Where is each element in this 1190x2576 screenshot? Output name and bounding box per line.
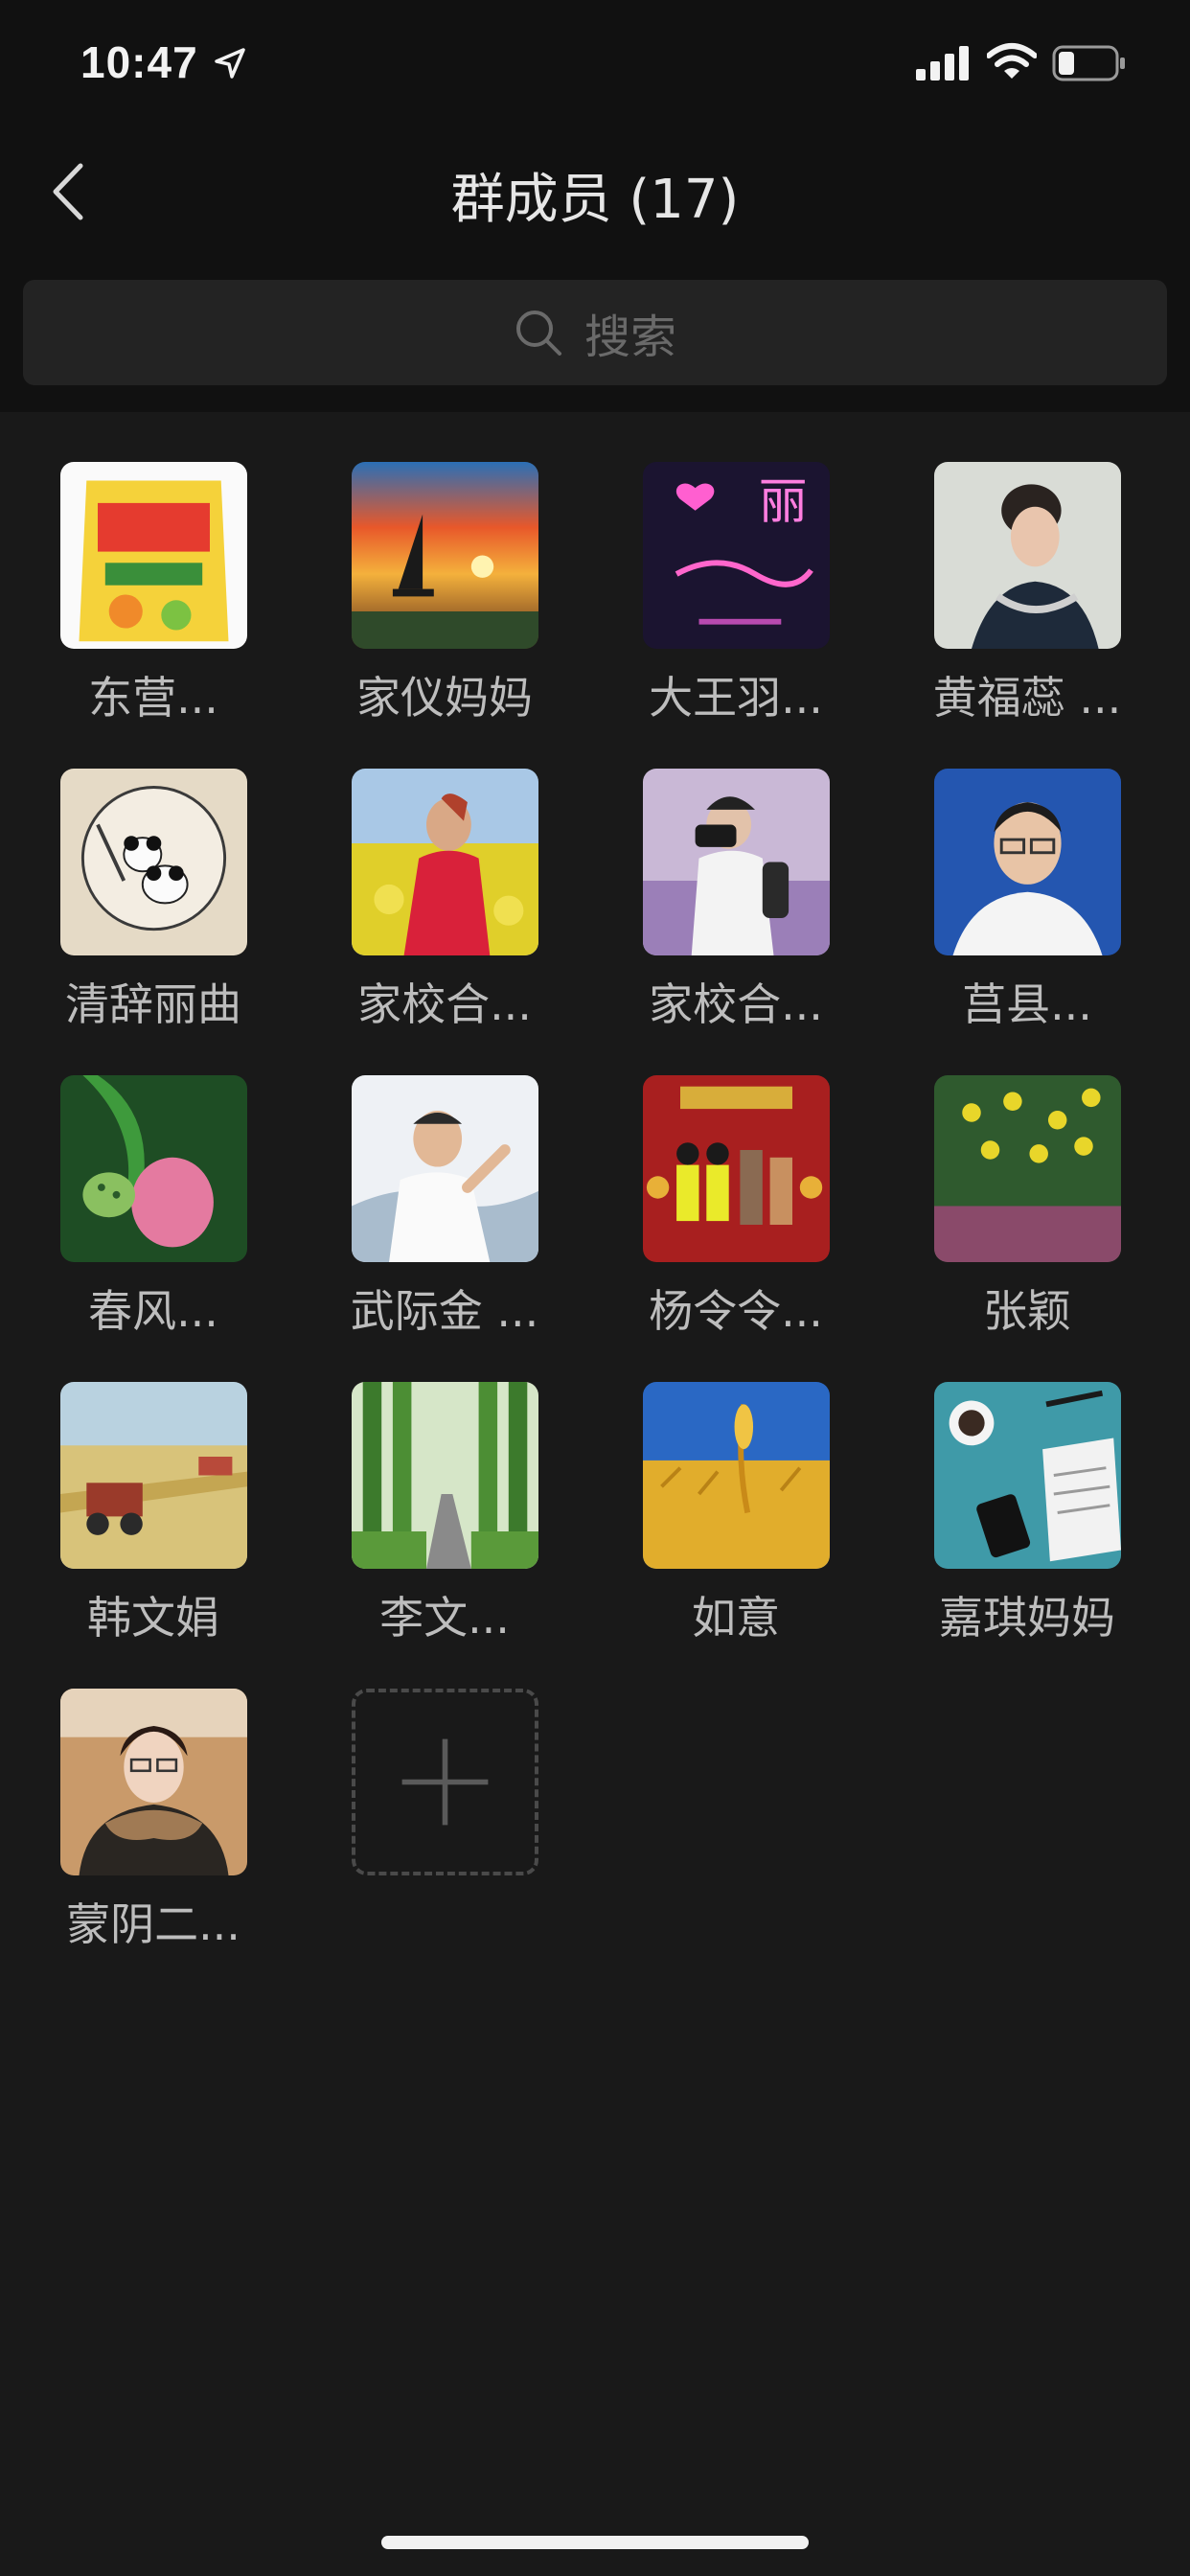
- avatar: [352, 769, 538, 955]
- member-name: 武际金 ...: [350, 1285, 539, 1337]
- search-icon: [515, 310, 561, 356]
- avatar: 丽: [643, 462, 830, 649]
- member-name: 家校合...: [649, 978, 823, 1030]
- avatar: [934, 1382, 1121, 1569]
- avatar: [60, 462, 247, 649]
- member-name: 莒县...: [962, 978, 1092, 1030]
- location-arrow-icon: [215, 48, 245, 79]
- member-tile[interactable]: 东营...: [0, 412, 291, 724]
- member-name: 如意: [692, 1592, 780, 1644]
- header-region: 10:47 群成员 (17) 搜索: [0, 0, 1190, 412]
- member-tile[interactable]: 如意: [583, 1332, 874, 1644]
- status-bar: 10:47: [0, 0, 1190, 129]
- member-name: 春风...: [88, 1285, 218, 1337]
- member-name: 大王羽...: [649, 672, 823, 724]
- avatar: [643, 1382, 830, 1569]
- page-title: 群成员 (17): [450, 169, 740, 231]
- member-tile[interactable]: 黄福蕊 ...: [874, 412, 1165, 724]
- navigation-bar: 群成员 (17): [0, 129, 1190, 273]
- wifi-icon: [987, 43, 1037, 79]
- avatar: [60, 1382, 247, 1569]
- avatar: [934, 769, 1121, 955]
- avatar: [60, 769, 247, 955]
- member-name: 张颖: [983, 1285, 1071, 1337]
- member-tile[interactable]: 李文...: [291, 1332, 583, 1644]
- search-placeholder: 搜索: [584, 310, 676, 364]
- member-tile[interactable]: 张颖: [874, 1025, 1165, 1337]
- avatar: [643, 1075, 830, 1262]
- member-tile[interactable]: 蒙阴二...: [0, 1639, 291, 1950]
- add-member-tile: [352, 1689, 538, 1875]
- avatar: [934, 462, 1121, 649]
- member-name: 蒙阴二...: [66, 1898, 240, 1950]
- member-tile[interactable]: 武际金 ...: [291, 1025, 583, 1337]
- avatar: [352, 1075, 538, 1262]
- member-tile[interactable]: 家校合...: [291, 719, 583, 1030]
- member-tile[interactable]: 家校合...: [583, 719, 874, 1030]
- member-tile[interactable]: 清辞丽曲: [0, 719, 291, 1030]
- status-time: 10:47: [80, 37, 198, 87]
- avatar: [934, 1075, 1121, 1262]
- battery-icon: [1052, 45, 1125, 81]
- member-tile[interactable]: 丽 大王羽...: [583, 412, 874, 724]
- avatar: [60, 1075, 247, 1262]
- member-tile[interactable]: 春风...: [0, 1025, 291, 1337]
- member-name: 家仪妈妈: [356, 672, 533, 724]
- avatar: [643, 769, 830, 955]
- member-tile[interactable]: 莒县...: [874, 719, 1165, 1030]
- member-tile[interactable]: 嘉琪妈妈: [874, 1332, 1165, 1644]
- home-indicator[interactable]: [381, 2536, 809, 2549]
- group-members-screen: 10:47 群成员 (17) 搜索 东营... 家仪妈妈 丽 大王羽... 黄福…: [0, 0, 1190, 2576]
- avatar: [352, 462, 538, 649]
- member-name: 黄福蕊 ...: [932, 672, 1122, 724]
- member-name: 韩文娟: [87, 1592, 219, 1644]
- add-member-button[interactable]: [291, 1639, 583, 1926]
- member-name: 嘉琪妈妈: [939, 1592, 1115, 1644]
- member-name: 杨令令...: [649, 1285, 823, 1337]
- member-tile[interactable]: 杨令令...: [583, 1025, 874, 1337]
- member-name: 李文...: [379, 1592, 510, 1644]
- avatar: [352, 1382, 538, 1569]
- search-input[interactable]: 搜索: [23, 280, 1167, 385]
- signal-icon: [916, 46, 969, 80]
- avatar: [60, 1689, 247, 1875]
- member-name: 家校合...: [357, 978, 532, 1030]
- member-name: 东营...: [88, 672, 218, 724]
- avatar-text: 丽: [759, 473, 808, 530]
- member-name: 清辞丽曲: [65, 978, 241, 1030]
- member-tile[interactable]: 韩文娟: [0, 1332, 291, 1644]
- plus-icon: [401, 1738, 489, 1826]
- member-tile[interactable]: 家仪妈妈: [291, 412, 583, 724]
